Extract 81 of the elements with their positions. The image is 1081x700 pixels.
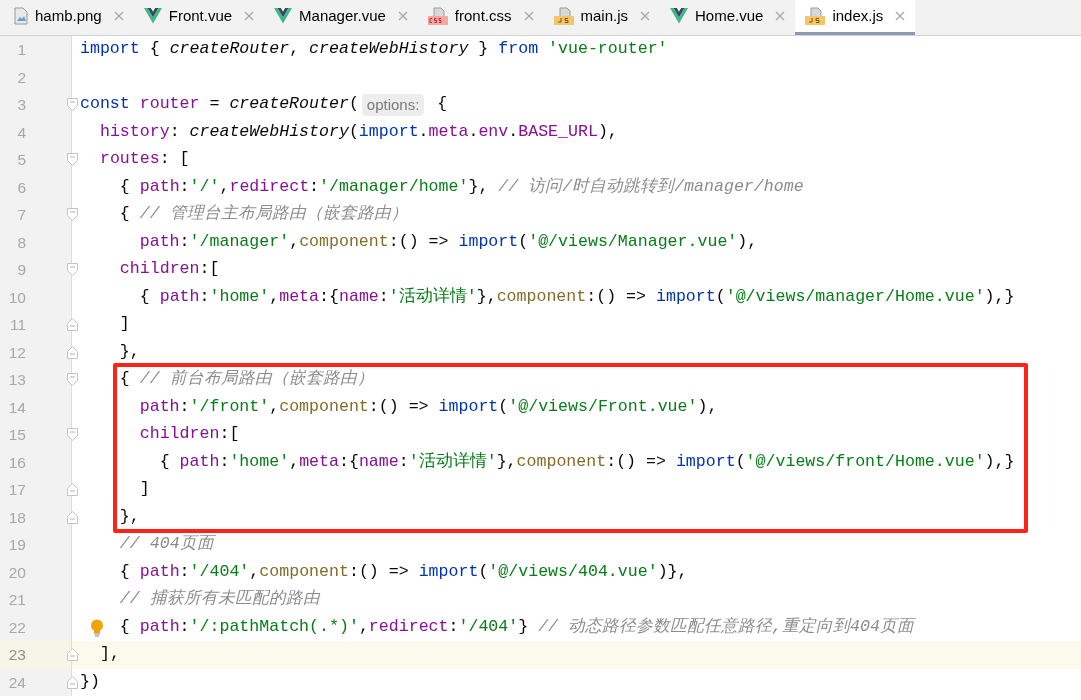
fold-marker-icon[interactable] (67, 263, 78, 276)
code-line: // 404页面 (119, 533, 214, 556)
close-icon[interactable] (244, 11, 255, 21)
js-file-icon (805, 7, 826, 25)
code-line: const router = createRouter( options: { (80, 92, 448, 118)
line-number: 21 (7, 590, 26, 611)
fold-marker-icon[interactable] (67, 153, 78, 166)
line-number: 1 (16, 40, 26, 61)
close-icon[interactable] (640, 11, 651, 21)
line-number: 15 (7, 425, 26, 446)
close-icon[interactable] (895, 11, 906, 21)
line-number: 18 (7, 507, 26, 528)
editor-tab[interactable]: Front.vue (133, 0, 265, 35)
lightbulb-icon[interactable] (90, 618, 104, 637)
editor-tab[interactable]: front.css (417, 0, 544, 35)
code-line: children:[ (119, 258, 220, 281)
fold-marker-icon[interactable] (67, 318, 78, 331)
code-line: { path:'home',meta:{name:'活动详情'},component:() => import('@/views/manager/Home.vue'),} (139, 285, 1015, 308)
line-number: 9 (16, 260, 26, 281)
code-line: history: createWebHistory(import.meta.env.BASE_URL), (99, 120, 618, 143)
line-number: 23 (7, 645, 26, 666)
editor-tab[interactable]: main.js (543, 0, 661, 35)
close-icon[interactable] (397, 11, 408, 21)
code-line: ] (119, 313, 130, 336)
editor-tab[interactable]: Manager.vue (264, 0, 418, 35)
line-number: 12 (7, 342, 26, 363)
code-line: { path:'home',meta:{name:'活动详情'},component:() => import('@/views/front/Home.vue'),} (159, 450, 1015, 473)
fold-marker-icon[interactable] (67, 208, 78, 221)
line-number: 19 (7, 535, 26, 556)
line-number: 17 (7, 480, 26, 501)
line-number: 3 (16, 95, 26, 116)
line-number: 10 (7, 287, 26, 308)
editor-tab[interactable]: Home.vue (660, 0, 796, 35)
fold-marker-icon[interactable] (67, 510, 78, 524)
code-line: path:'/front',component:() => import('@/views/Front.vue'), (139, 395, 718, 418)
code-line: // 捕获所有未匹配的路由 (119, 588, 320, 611)
code-line: import { createRouter, createWebHistory } from 'vue-router' (80, 38, 668, 61)
css-file-icon (427, 7, 448, 25)
line-number: 22 (7, 617, 26, 638)
code-line: }, (119, 505, 140, 528)
code-line: { // 前台布局路由（嵌套路由） (119, 368, 374, 391)
close-icon[interactable] (113, 11, 124, 21)
line-number: 13 (7, 370, 26, 391)
code-line: ] (139, 478, 150, 501)
code-line: }) (80, 670, 100, 693)
fold-marker-icon[interactable] (67, 675, 78, 689)
fold-marker-icon[interactable] (67, 483, 78, 496)
vue-logo-icon (274, 8, 293, 24)
editor-tab[interactable]: hamb.png (4, 0, 134, 35)
code-line: { path:'/',redirect:'/manager/home'}, // 访问/时自动跳转到/manager/home (119, 175, 804, 198)
js-file-icon (553, 7, 574, 25)
line-number: 24 (7, 672, 26, 693)
image-file-icon (14, 7, 28, 25)
vue-logo-icon (670, 8, 689, 24)
close-icon[interactable] (775, 11, 786, 21)
line-number: 11 (8, 315, 26, 336)
vue-logo-icon (143, 8, 162, 24)
editor-tab[interactable]: index.js (795, 0, 916, 35)
fold-marker-icon[interactable] (67, 648, 78, 661)
code-line: { // 管理台主布局路由（嵌套路由） (119, 203, 408, 226)
fold-marker-icon[interactable] (67, 428, 78, 441)
fold-marker-icon[interactable] (67, 98, 78, 111)
line-number: 6 (16, 177, 26, 198)
fold-marker-icon[interactable] (67, 373, 78, 386)
line-number: 14 (7, 397, 26, 418)
code-line: ], (99, 643, 120, 666)
line-number: 7 (16, 205, 26, 226)
code-line: }, (119, 340, 140, 363)
line-number: 8 (16, 232, 26, 253)
code-line: path:'/manager',component:() => import('@/views/Manager.vue'), (139, 230, 758, 253)
line-number: 4 (16, 122, 26, 143)
line-number: 20 (7, 562, 26, 583)
line-number: 16 (7, 452, 26, 473)
close-icon[interactable] (523, 11, 534, 21)
code-line: routes: [ (99, 148, 190, 171)
fold-marker-icon[interactable] (67, 345, 78, 359)
line-number: 2 (16, 67, 26, 88)
code-line: { path:'/404',component:() => import('@/views/404.vue')}, (119, 560, 688, 583)
code-line: children:[ (139, 423, 240, 446)
line-number: 5 (16, 150, 26, 171)
code-line: { path:'/:pathMatch(.*)',redirect:'/404'} // 动态路径参数匹配任意路径,重定向到404页面 (119, 615, 914, 638)
